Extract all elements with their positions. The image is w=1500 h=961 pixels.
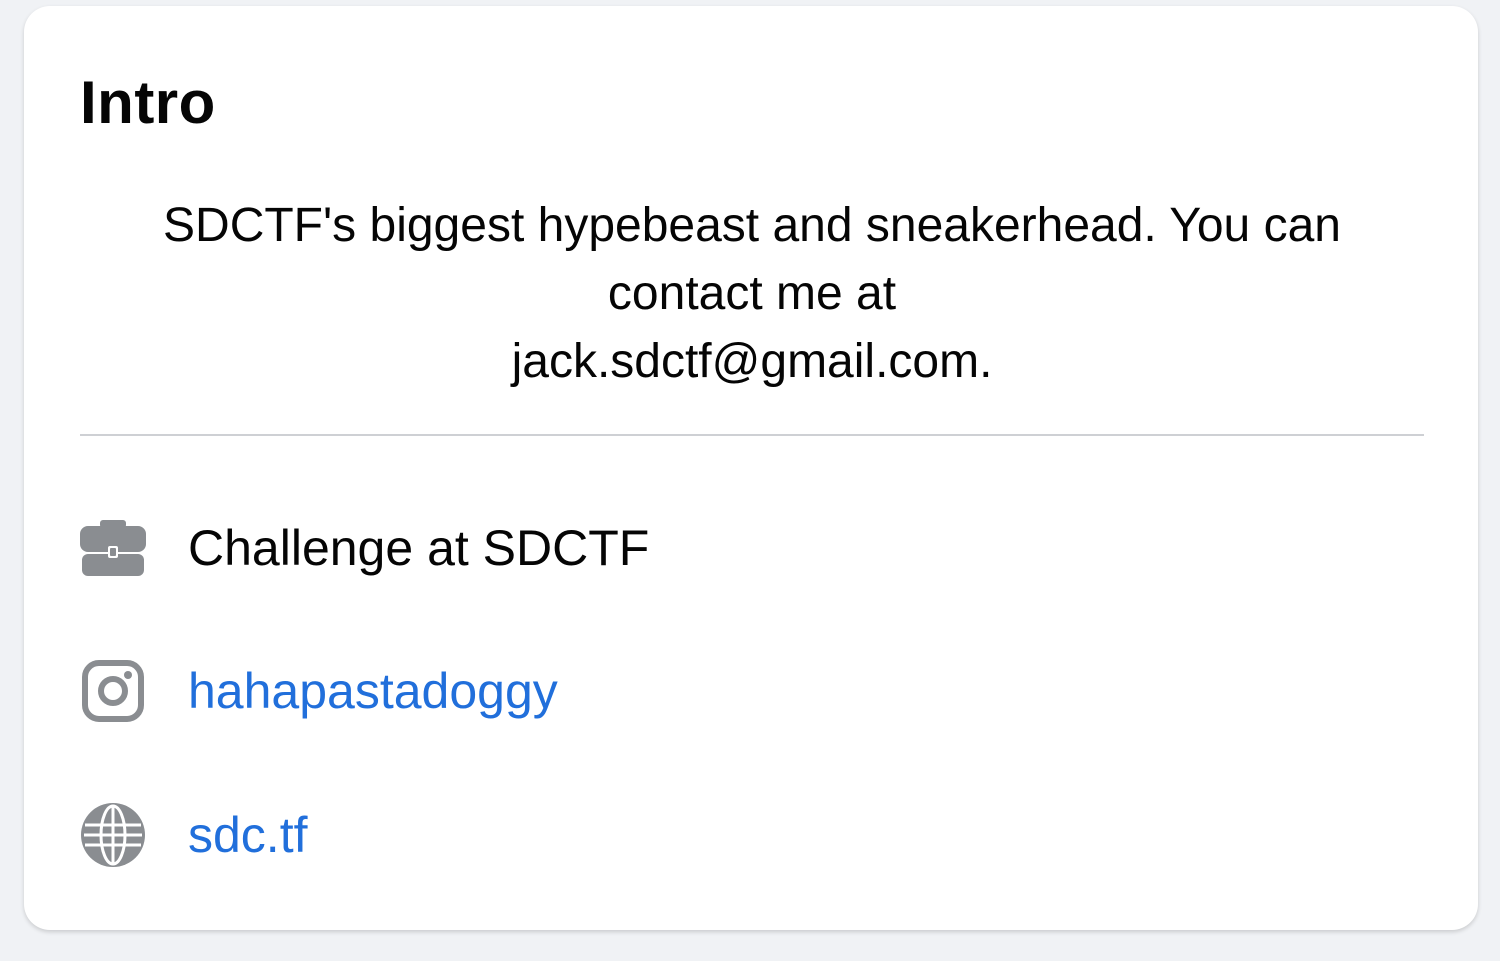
bio-line: contact me at [607,267,897,320]
intro-card: Intro SDCTF's biggest hypebeast and snea… [24,6,1478,930]
briefcase-icon [80,515,146,581]
detail-instagram: hahapastadoggy [80,654,558,728]
intro-title: Intro [80,69,216,136]
bio-line: SDCTF's biggest hypebeast and sneakerhea… [163,199,1341,252]
divider [80,434,1424,436]
intro-bio: SDCTF's biggest hypebeast and sneakerhea… [80,192,1424,396]
work-label: Challenge at SDCTF [188,520,650,576]
detail-website: sdc.tf [80,798,307,872]
detail-work: Challenge at SDCTF [80,511,649,585]
bio-line: jack.sdctf@gmail.com. [511,335,993,388]
globe-icon [80,802,146,868]
website-link[interactable]: sdc.tf [188,798,307,872]
instagram-link[interactable]: hahapastadoggy [188,654,558,728]
instagram-icon [80,658,146,724]
